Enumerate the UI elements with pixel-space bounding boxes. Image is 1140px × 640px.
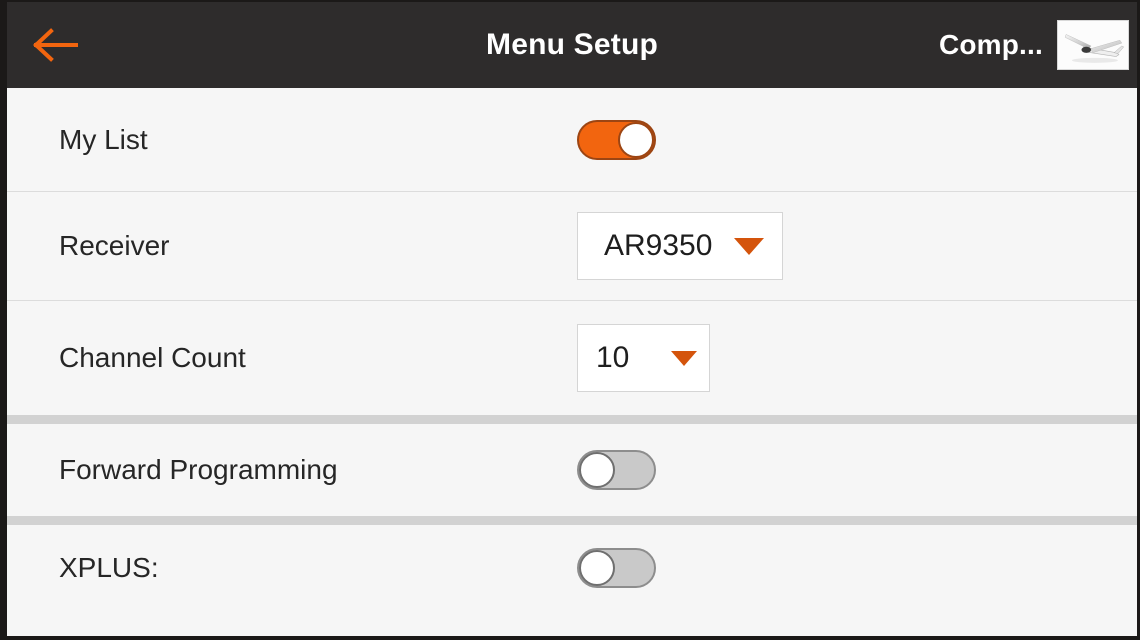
back-arrow-icon [32, 28, 78, 62]
row-channel-count[interactable]: Channel Count 10 [7, 301, 1137, 415]
back-button[interactable] [27, 23, 83, 67]
row-my-list[interactable]: My List [7, 88, 1137, 191]
toggle-my-list[interactable] [577, 119, 656, 160]
row-receiver[interactable]: Receiver AR9350 [7, 192, 1137, 300]
section-separator [7, 415, 1137, 424]
toggle-xplus[interactable] [577, 548, 656, 588]
section-separator [7, 516, 1137, 525]
chevron-down-icon [671, 350, 697, 366]
model-name-label: Comp... [938, 29, 1043, 60]
device-screen: Menu Setup Comp... My List Receiver AR93… [0, 0, 1140, 640]
row-label-forward-programming: Forward Programming [59, 454, 338, 485]
row-control-xplus [577, 548, 656, 588]
toggle-knob [579, 452, 615, 488]
model-selector[interactable]: Comp... [939, 20, 1129, 70]
row-forward-programming[interactable]: Forward Programming [7, 424, 1137, 516]
dropdown-receiver[interactable]: AR9350 [577, 212, 783, 280]
toggle-forward-programming[interactable] [577, 450, 656, 490]
dropdown-channel-count-value: 10 [596, 341, 630, 374]
chevron-down-icon [734, 237, 765, 255]
app-header: Menu Setup Comp... [7, 2, 1137, 88]
row-control-channel-count: 10 [577, 324, 710, 392]
row-xplus[interactable]: XPLUS: [7, 525, 1137, 611]
dropdown-receiver-value: AR9350 [604, 229, 713, 262]
row-control-forward-programming [577, 450, 656, 490]
dropdown-channel-count[interactable]: 10 [577, 324, 710, 392]
row-label-my-list: My List [59, 123, 148, 155]
toggle-knob [579, 550, 615, 586]
airplane-thumbnail [1057, 20, 1129, 70]
row-control-my-list [577, 119, 656, 160]
toggle-knob [618, 121, 654, 158]
row-label-receiver: Receiver [59, 230, 170, 261]
row-control-receiver: AR9350 [577, 212, 783, 280]
row-label-channel-count: Channel Count [59, 342, 246, 373]
row-label-xplus: XPLUS: [59, 552, 159, 583]
settings-list: My List Receiver AR9350 Channel Count 10… [7, 88, 1137, 636]
